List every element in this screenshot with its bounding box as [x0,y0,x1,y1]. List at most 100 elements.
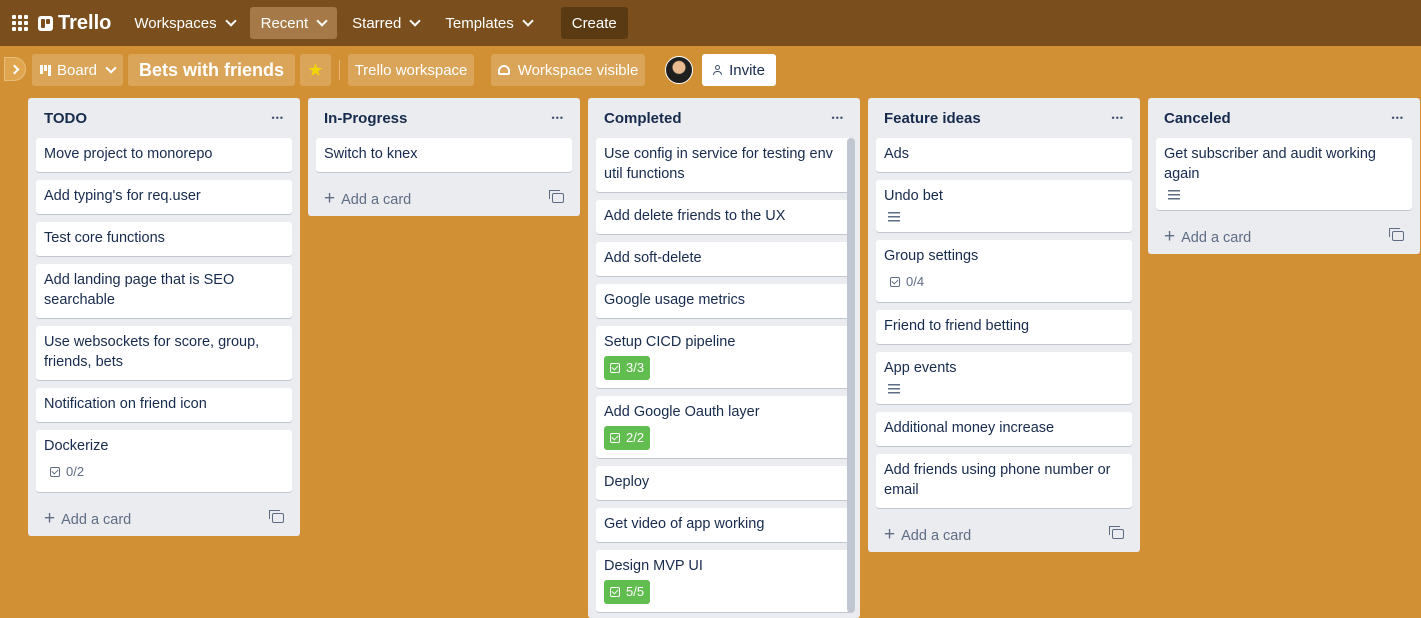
checklist-count: 0/2 [66,464,85,479]
create-button[interactable]: Create [560,7,628,39]
visibility-label: Workspace visible [517,61,639,79]
checklist-count: 2/2 [626,430,645,445]
card-title: Get subscriber and audit working again [1164,146,1376,182]
invite-label: Invite [729,61,765,79]
card[interactable]: Ads [876,138,1132,172]
nav-label: Recent [260,14,309,32]
list-todo[interactable]: TODO ••• Move project to monorepo Add typin… [28,98,300,536]
card-title: Add landing page that is SEO searchable [44,272,235,308]
card[interactable]: Move project to monorepo [36,138,292,172]
card-title: Add friends using phone number or email [884,462,1111,498]
checklist-badge: 3/3 [604,356,651,380]
list-menu-icon[interactable]: ••• [552,113,564,123]
add-card-label-group: + Add a card [884,525,971,544]
list-header: Canceled ••• [1156,98,1412,138]
card[interactable]: Additional money increase [876,412,1132,446]
star-button[interactable]: ★ [300,54,331,86]
list-completed[interactable]: Completed ••• Use config in service for te… [588,98,860,618]
app-switcher-icon[interactable] [10,13,30,33]
card-title: Use config in service for testing env ut… [604,146,833,182]
card-template-icon[interactable] [549,190,564,203]
list-title[interactable]: Feature ideas [884,110,981,127]
card[interactable]: Switch to knex [316,138,572,172]
card-badges: 5/5 [604,580,844,604]
chevron-down-icon [409,15,422,27]
list-in-progress[interactable]: In-Progress ••• Switch to knex + Add a card [308,98,580,216]
card-title: Deploy [604,474,650,490]
list-canceled[interactable]: Canceled ••• Get subscriber and audit work… [1148,98,1420,254]
checklist-count: 5/5 [626,584,645,599]
list-scrollbar[interactable] [847,138,855,613]
card[interactable]: Undo bet [876,180,1132,232]
card[interactable]: Notification on friend icon [36,388,292,422]
list-title[interactable]: Completed [604,110,682,127]
card[interactable]: Setup CICD pipeline 3/3 [596,326,852,388]
chevron-down-icon [316,15,328,27]
card-template-icon[interactable] [1109,526,1124,539]
card[interactable]: Use config in service for testing env ut… [596,138,852,192]
card[interactable]: Google usage metrics [596,284,852,318]
plus-icon: + [1164,225,1176,247]
card[interactable]: App events [876,352,1132,404]
board-icon [40,64,51,76]
card-title: Switch to knex [324,146,418,162]
list-menu-icon[interactable]: ••• [1392,113,1404,123]
visibility-button[interactable]: Workspace visible [491,54,645,86]
card-title: Ads [884,146,909,162]
card[interactable]: Get subscriber and audit working again [1156,138,1412,210]
list-menu-icon[interactable]: ••• [272,113,284,123]
sidebar-toggle-button[interactable] [4,57,26,81]
list-title[interactable]: Canceled [1164,110,1231,127]
card[interactable]: Use websockets for score, group, friends… [36,326,292,380]
chevron-down-icon [224,15,237,27]
card[interactable]: Friend to friend betting [876,310,1132,344]
card[interactable]: Add delete friends to the UX [596,200,852,234]
add-card-button[interactable]: + Add a card [1156,218,1412,254]
add-card-button[interactable]: + Add a card [876,516,1132,552]
nav-recent[interactable]: Recent [249,7,338,39]
card[interactable]: Design MVP UI 5/5 [596,550,852,612]
trello-logo-icon [38,15,53,31]
card[interactable]: Add typing's for req.user [36,180,292,214]
card-title: Move project to monorepo [44,146,213,162]
card[interactable]: Test core functions [36,222,292,256]
card[interactable]: Group settings 0/4 [876,240,1132,302]
chevron-right-icon [9,64,19,74]
card[interactable]: Add friends using phone number or email [876,454,1132,508]
workspace-button[interactable]: Trello workspace [348,54,474,86]
card-title: Add Google Oauth layer [604,404,760,420]
list-header: TODO ••• [36,98,292,138]
description-icon [888,212,900,222]
card-template-icon[interactable] [269,510,284,523]
add-card-button[interactable]: + Add a card [316,180,572,216]
add-card-button[interactable]: + Add a card [36,500,292,536]
trello-logo[interactable]: Trello [38,12,111,35]
nav-starred[interactable]: Starred [341,7,430,39]
checklist-icon [50,467,60,477]
list-feature-ideas[interactable]: Feature ideas ••• Ads Undo bet Group setting… [868,98,1140,552]
list-menu-icon[interactable]: ••• [832,113,844,123]
list-title[interactable]: TODO [44,110,87,127]
list-menu-icon[interactable]: ••• [1112,113,1124,123]
card-title: Dockerize [44,438,109,454]
nav-workspaces[interactable]: Workspaces [123,7,245,39]
list-title[interactable]: In-Progress [324,110,407,127]
nav-templates[interactable]: Templates [434,7,542,39]
invite-button[interactable]: Invite [702,54,776,86]
card[interactable]: Add landing page that is SEO searchable [36,264,292,318]
card-template-icon[interactable] [1389,228,1404,241]
plus-icon: + [324,187,336,209]
card-title: Get video of app working [604,516,765,532]
list-header: Feature ideas ••• [876,98,1132,138]
card[interactable]: Deploy [596,466,852,500]
card[interactable]: Add soft-delete [596,242,852,276]
card[interactable]: Add Google Oauth layer 2/2 [596,396,852,458]
card[interactable]: Get video of app working [596,508,852,542]
checklist-icon [610,587,620,597]
board-title[interactable]: Bets with friends [128,54,295,86]
card-title: Notification on friend icon [44,396,207,412]
board-view-switcher[interactable]: Board [32,54,123,86]
card[interactable]: Dockerize 0/2 [36,430,292,492]
card-title: Use websockets for score, group, friends… [44,334,260,370]
avatar[interactable] [665,56,693,84]
